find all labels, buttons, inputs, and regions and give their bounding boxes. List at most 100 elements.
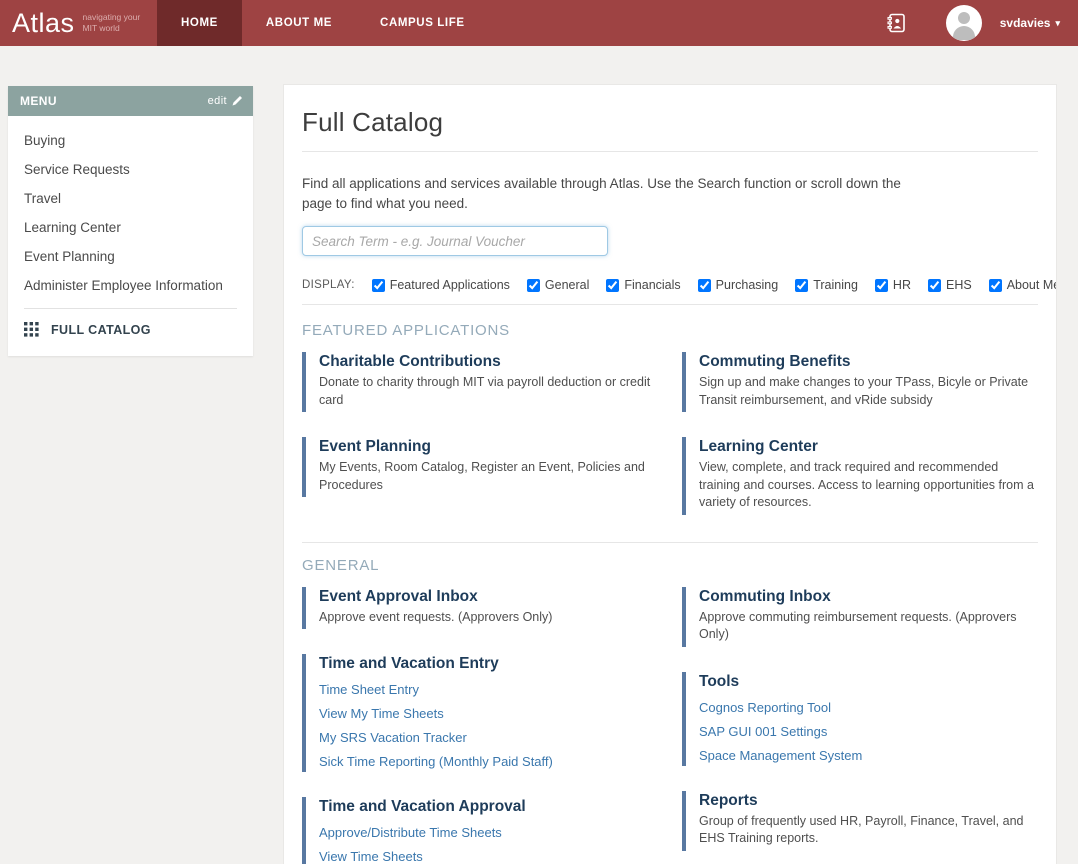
filter-about-me[interactable]: About Me bbox=[989, 278, 1057, 292]
filter-financials-checkbox[interactable] bbox=[606, 279, 619, 292]
sidebar-item-travel[interactable]: Travel bbox=[8, 184, 253, 213]
app-card-description: Approve commuting reimbursement requests… bbox=[699, 609, 1038, 644]
link-approve-distribute-time-sheets[interactable]: Approve/Distribute Time Sheets bbox=[319, 825, 658, 840]
filters-divider bbox=[302, 304, 1038, 305]
section-divider bbox=[302, 542, 1038, 543]
app-card-description: Group of frequently used HR, Payroll, Fi… bbox=[699, 813, 1038, 848]
sidebar-menu-title: MENU bbox=[20, 94, 57, 108]
filter-ehs[interactable]: EHS bbox=[928, 278, 972, 292]
atlas-logo[interactable]: Atlas navigating your MIT world bbox=[0, 0, 157, 46]
intro-text: Find all applications and services avail… bbox=[302, 174, 912, 213]
app-card-title[interactable]: Reports bbox=[699, 792, 1038, 810]
nav-tab-campus-life[interactable]: CAMPUS LIFE bbox=[356, 0, 489, 46]
app-card-title: Tools bbox=[699, 673, 1038, 691]
filter-featured-applications-checkbox[interactable] bbox=[372, 279, 385, 292]
sidebar-item-administer-employee-information[interactable]: Administer Employee Information bbox=[8, 271, 253, 300]
app-card-title[interactable]: Charitable Contributions bbox=[319, 353, 658, 371]
filter-ehs-checkbox[interactable] bbox=[928, 279, 941, 292]
general-left-column: Event Approval Inbox Approve event reque… bbox=[302, 587, 658, 864]
sidebar-item-service-requests[interactable]: Service Requests bbox=[8, 155, 253, 184]
app-card-title[interactable]: Commuting Inbox bbox=[699, 588, 1038, 606]
nav-tab-home[interactable]: HOME bbox=[157, 0, 242, 46]
link-view-my-time-sheets[interactable]: View My Time Sheets bbox=[319, 706, 658, 721]
link-sap-gui-001-settings[interactable]: SAP GUI 001 Settings bbox=[699, 724, 1038, 739]
featured-left-column: Charitable Contributions Donate to chari… bbox=[302, 352, 658, 515]
header-right-controls: svdavies ▾ bbox=[886, 0, 1078, 46]
app-card-description: Donate to charity through MIT via payrol… bbox=[319, 374, 658, 409]
link-view-time-sheets[interactable]: View Time Sheets bbox=[319, 849, 658, 864]
sidebar-item-full-catalog[interactable]: FULL CATALOG bbox=[8, 309, 253, 352]
app-card-title: Time and Vacation Approval bbox=[319, 798, 658, 816]
app-card-title[interactable]: Commuting Benefits bbox=[699, 353, 1038, 371]
link-sick-time-reporting[interactable]: Sick Time Reporting (Monthly Paid Staff) bbox=[319, 754, 658, 769]
app-card-title: Time and Vacation Entry bbox=[319, 655, 658, 673]
app-card-description: View, complete, and track required and r… bbox=[699, 459, 1038, 512]
top-header-bar: Atlas navigating your MIT world HOME ABO… bbox=[0, 0, 1078, 46]
address-book-icon[interactable] bbox=[886, 13, 906, 33]
app-card-time-and-vacation-entry: Time and Vacation Entry Time Sheet Entry… bbox=[302, 654, 658, 772]
link-my-srs-vacation-tracker[interactable]: My SRS Vacation Tracker bbox=[319, 730, 658, 745]
user-avatar[interactable] bbox=[946, 5, 982, 41]
filter-general[interactable]: General bbox=[527, 278, 589, 292]
app-card-description: My Events, Room Catalog, Register an Eve… bbox=[319, 459, 658, 494]
app-card-reports: Reports Group of frequently used HR, Pay… bbox=[682, 791, 1038, 851]
atlas-logo-tagline: navigating your MIT world bbox=[83, 12, 141, 33]
app-card-description: Sign up and make changes to your TPass, … bbox=[699, 374, 1038, 409]
filter-financials[interactable]: Financials bbox=[606, 278, 680, 292]
app-card-event-planning: Event Planning My Events, Room Catalog, … bbox=[302, 437, 658, 497]
link-cognos-reporting-tool[interactable]: Cognos Reporting Tool bbox=[699, 700, 1038, 715]
nav-tab-about-me[interactable]: ABOUT ME bbox=[242, 0, 356, 46]
filter-purchasing[interactable]: Purchasing bbox=[698, 278, 779, 292]
filter-general-checkbox[interactable] bbox=[527, 279, 540, 292]
app-card-commuting-inbox: Commuting Inbox Approve commuting reimbu… bbox=[682, 587, 1038, 647]
menu-edit-button[interactable]: edit bbox=[208, 95, 243, 107]
app-card-tools: Tools Cognos Reporting Tool SAP GUI 001 … bbox=[682, 672, 1038, 766]
grid-icon bbox=[24, 322, 39, 337]
avatar-silhouette-body bbox=[953, 26, 975, 40]
filter-training-checkbox[interactable] bbox=[795, 279, 808, 292]
filter-featured-applications[interactable]: Featured Applications bbox=[372, 278, 510, 292]
display-filter-row: DISPLAY: Featured Applications General F… bbox=[302, 278, 1038, 292]
avatar-silhouette-head bbox=[958, 12, 970, 24]
filter-about-me-checkbox[interactable] bbox=[989, 279, 1002, 292]
app-card-learning-center: Learning Center View, complete, and trac… bbox=[682, 437, 1038, 515]
sidebar-item-buying[interactable]: Buying bbox=[8, 126, 253, 155]
filter-hr[interactable]: HR bbox=[875, 278, 911, 292]
full-catalog-panel: Full Catalog Find all applications and s… bbox=[283, 84, 1057, 864]
link-time-sheet-entry[interactable]: Time Sheet Entry bbox=[319, 682, 658, 697]
featured-right-column: Commuting Benefits Sign up and make chan… bbox=[682, 352, 1038, 515]
display-label: DISPLAY: bbox=[302, 279, 355, 291]
app-card-title[interactable]: Event Approval Inbox bbox=[319, 588, 658, 606]
section-title-featured-applications: FEATURED APPLICATIONS bbox=[302, 322, 1038, 339]
app-card-description: Approve event requests. (Approvers Only) bbox=[319, 609, 658, 627]
app-card-title[interactable]: Learning Center bbox=[699, 438, 1038, 456]
page-title: Full Catalog bbox=[302, 107, 1038, 138]
app-card-time-and-vacation-approval: Time and Vacation Approval Approve/Distr… bbox=[302, 797, 658, 864]
app-card-commuting-benefits: Commuting Benefits Sign up and make chan… bbox=[682, 352, 1038, 412]
caret-down-icon: ▾ bbox=[1055, 18, 1060, 29]
link-space-management-system[interactable]: Space Management System bbox=[699, 748, 1038, 763]
filter-hr-checkbox[interactable] bbox=[875, 279, 888, 292]
general-grid: Event Approval Inbox Approve event reque… bbox=[302, 587, 1038, 864]
app-card-event-approval-inbox: Event Approval Inbox Approve event reque… bbox=[302, 587, 658, 630]
app-card-title[interactable]: Event Planning bbox=[319, 438, 658, 456]
sidebar-menu-header: MENU edit bbox=[8, 86, 253, 116]
app-card-charitable-contributions: Charitable Contributions Donate to chari… bbox=[302, 352, 658, 412]
full-catalog-label: FULL CATALOG bbox=[51, 323, 151, 337]
primary-nav: HOME ABOUT ME CAMPUS LIFE bbox=[157, 0, 489, 46]
sidebar-item-learning-center[interactable]: Learning Center bbox=[8, 213, 253, 242]
sidebar-item-event-planning[interactable]: Event Planning bbox=[8, 242, 253, 271]
title-divider bbox=[302, 151, 1038, 152]
sidebar-menu-panel: MENU edit Buying Service Requests Travel… bbox=[8, 86, 253, 356]
user-menu[interactable]: svdavies ▾ bbox=[1000, 16, 1060, 30]
general-right-column: Commuting Inbox Approve commuting reimbu… bbox=[682, 587, 1038, 864]
featured-applications-grid: Charitable Contributions Donate to chari… bbox=[302, 352, 1038, 515]
filter-purchasing-checkbox[interactable] bbox=[698, 279, 711, 292]
sidebar-menu-items: Buying Service Requests Travel Learning … bbox=[8, 116, 253, 356]
section-title-general: GENERAL bbox=[302, 557, 1038, 574]
atlas-logo-text: Atlas bbox=[12, 10, 75, 37]
search-input[interactable] bbox=[302, 226, 608, 256]
filter-training[interactable]: Training bbox=[795, 278, 858, 292]
pencil-icon bbox=[231, 95, 243, 107]
username-label: svdavies bbox=[1000, 16, 1051, 30]
